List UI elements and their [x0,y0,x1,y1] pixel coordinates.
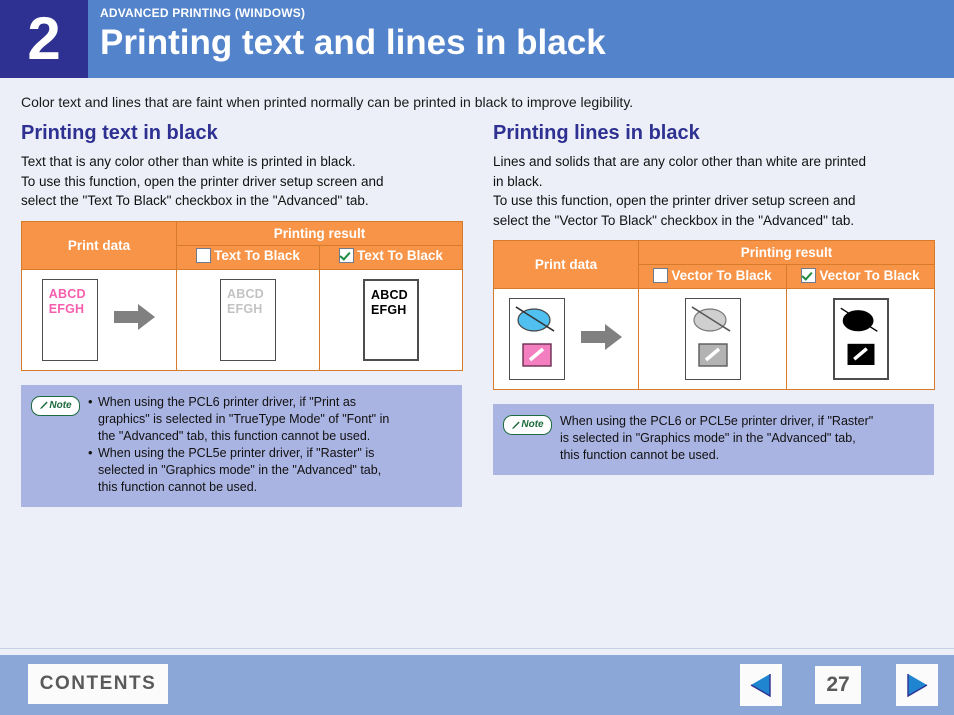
page-footer: CONTENTS 27 [0,655,954,715]
header-text-to-black-unchecked: Text To Black [176,244,320,270]
page-body: Color text and lines that are faint when… [0,78,954,648]
sheet-text: ABCD EFGH [371,288,408,318]
sheet-text: ABCD EFGH [49,287,86,317]
next-page-button[interactable] [896,664,938,706]
paper-sheet-icon: ABCD EFGH [41,278,98,361]
contents-button[interactable]: CONTENTS [28,664,168,704]
paragraph-line: Text that is any color other than white … [21,154,356,169]
checkbox-checked-icon [339,248,355,263]
cell-print-data-illustration [493,288,639,390]
paper-sheet-icon [832,298,889,380]
checkbox-label: Vector To Black [671,267,772,283]
header-printing-result: Printing result [637,240,936,265]
sheet-text-line2: EFGH [371,302,407,317]
arrow-right-icon [114,303,156,336]
sheet-text: ABCD EFGH [227,287,264,317]
header-printing-result: Printing result [175,220,464,246]
page-header: 2 ADVANCED PRINTING (WINDOWS) Printing t… [0,0,954,78]
text-to-black-table: Print data Printing result Text To Black… [21,220,464,371]
shapes-black-icon [839,307,878,365]
note-badge: Note [503,415,552,435]
pencil-icon [40,401,49,410]
left-section-title: Printing text in black [21,122,218,144]
previous-page-button[interactable] [740,664,782,706]
chapter-number-badge: 2 [0,0,88,78]
cell-print-data-illustration: ABCD EFGH [21,268,177,371]
right-column: Printing lines in black Lines and solids… [493,122,936,475]
paper-sheet-icon: ABCD EFGH [363,278,419,361]
note-line: is selected in "Graphics mode" in the "A… [560,431,856,445]
right-section-paragraph: Lines and solids that are any color othe… [493,152,935,230]
pencil-icon [512,421,521,429]
note-badge-label: Note [521,419,544,430]
note-badge: Note [31,395,80,416]
cell-result-checked-illustration [785,288,936,390]
sheet-text-line2: EFGH [227,301,263,316]
vector-to-black-table: Print data Printing result Vector To Bla… [493,240,936,390]
shapes-color-icon [515,306,555,367]
sheet-text-line1: ABCD [48,286,86,301]
note-line: selected in "Graphics mode" in the "Adva… [98,462,382,477]
paragraph-line: select the "Vector To Black" checkbox in… [493,212,855,228]
paragraph-line: To use this function, open the printer d… [21,173,384,189]
table-header-row: Print data Printing result [493,240,936,289]
arrow-right-icon [581,323,623,356]
paper-sheet-icon [684,298,741,380]
note-line: graphics" is selected in "TrueType Mode"… [98,411,390,426]
paragraph-line: Lines and solids that are any color othe… [493,154,866,169]
note-line: this function cannot be used. [560,448,720,462]
checkbox-unchecked-icon [653,267,669,283]
note-line: the "Advanced" tab, this function cannot… [98,428,371,443]
note-line: When using the PCL5e printer driver, if … [98,445,375,460]
intro-text: Color text and lines that are faint when… [21,94,634,110]
footer-divider [0,648,954,653]
paragraph-line: select the "Text To Black" checkbox in t… [21,193,369,208]
sheet-text-line2: EFGH [48,301,85,316]
triangle-left-icon [750,674,771,698]
shapes-gray-icon [691,306,730,367]
left-section-paragraph: Text that is any color other than white … [21,152,463,211]
table-illustration-row [493,288,936,390]
page-title: Printing text and lines in black [100,23,606,62]
paper-sheet-icon: ABCD EFGH [220,278,276,361]
header-print-data: Print data [493,240,639,289]
left-column: Printing text in black Text that is any … [21,122,464,507]
note-badge-label: Note [49,399,72,411]
left-note-box: Note When using the PCL6 printer driver,… [21,384,462,507]
page-number: 27 [815,666,861,704]
checkbox-label: Text To Black [214,248,300,263]
checkbox-label: Text To Black [357,248,443,263]
note-bullet-list: When using the PCL6 printer driver, if "… [88,393,390,496]
cell-result-unchecked-illustration: ABCD EFGH [176,268,320,371]
paragraph-line: in black. [493,173,543,189]
triangle-right-icon [907,674,928,698]
right-section-title: Printing lines in black [493,122,700,144]
cell-result-checked-illustration: ABCD EFGH [318,268,464,371]
sheet-text-line1: ABCD [371,287,408,302]
checkbox-checked-icon [801,267,817,283]
paper-sheet-icon [508,298,565,380]
note-text: When using the PCL6 or PCL5e printer dri… [560,413,873,464]
header-eyebrow: ADVANCED PRINTING (WINDOWS) [100,6,306,20]
right-note-box: Note When using the PCL6 or PCL5e printe… [493,404,934,475]
checkbox-label: Vector To Black [819,267,920,283]
header-vector-to-black-unchecked: Vector To Black [638,264,787,289]
note-line: When using the PCL6 or PCL5e printer dri… [560,414,874,428]
note-line: this function cannot be used. [98,479,258,494]
paragraph-line: To use this function, open the printer d… [493,193,856,208]
header-vector-to-black-checked: Vector To Black [785,264,936,289]
note-line: When using the PCL6 printer driver, if "… [98,394,357,409]
checkbox-unchecked-icon [196,248,212,263]
header-text-to-black-checked: Text To Black [318,244,464,270]
cell-result-unchecked-illustration [638,288,787,390]
note-bullet: When using the PCL6 printer driver, if "… [88,393,390,445]
header-print-data: Print data [21,220,177,270]
table-illustration-row: ABCD EFGH ABCD EFGH ABCD EFGH [21,268,464,371]
sheet-text-line1: ABCD [227,286,264,301]
note-bullet: When using the PCL5e printer driver, if … [88,444,389,496]
table-header-row: Print data Printing result [21,220,464,270]
header-text-group: ADVANCED PRINTING (WINDOWS) Printing tex… [100,6,606,65]
